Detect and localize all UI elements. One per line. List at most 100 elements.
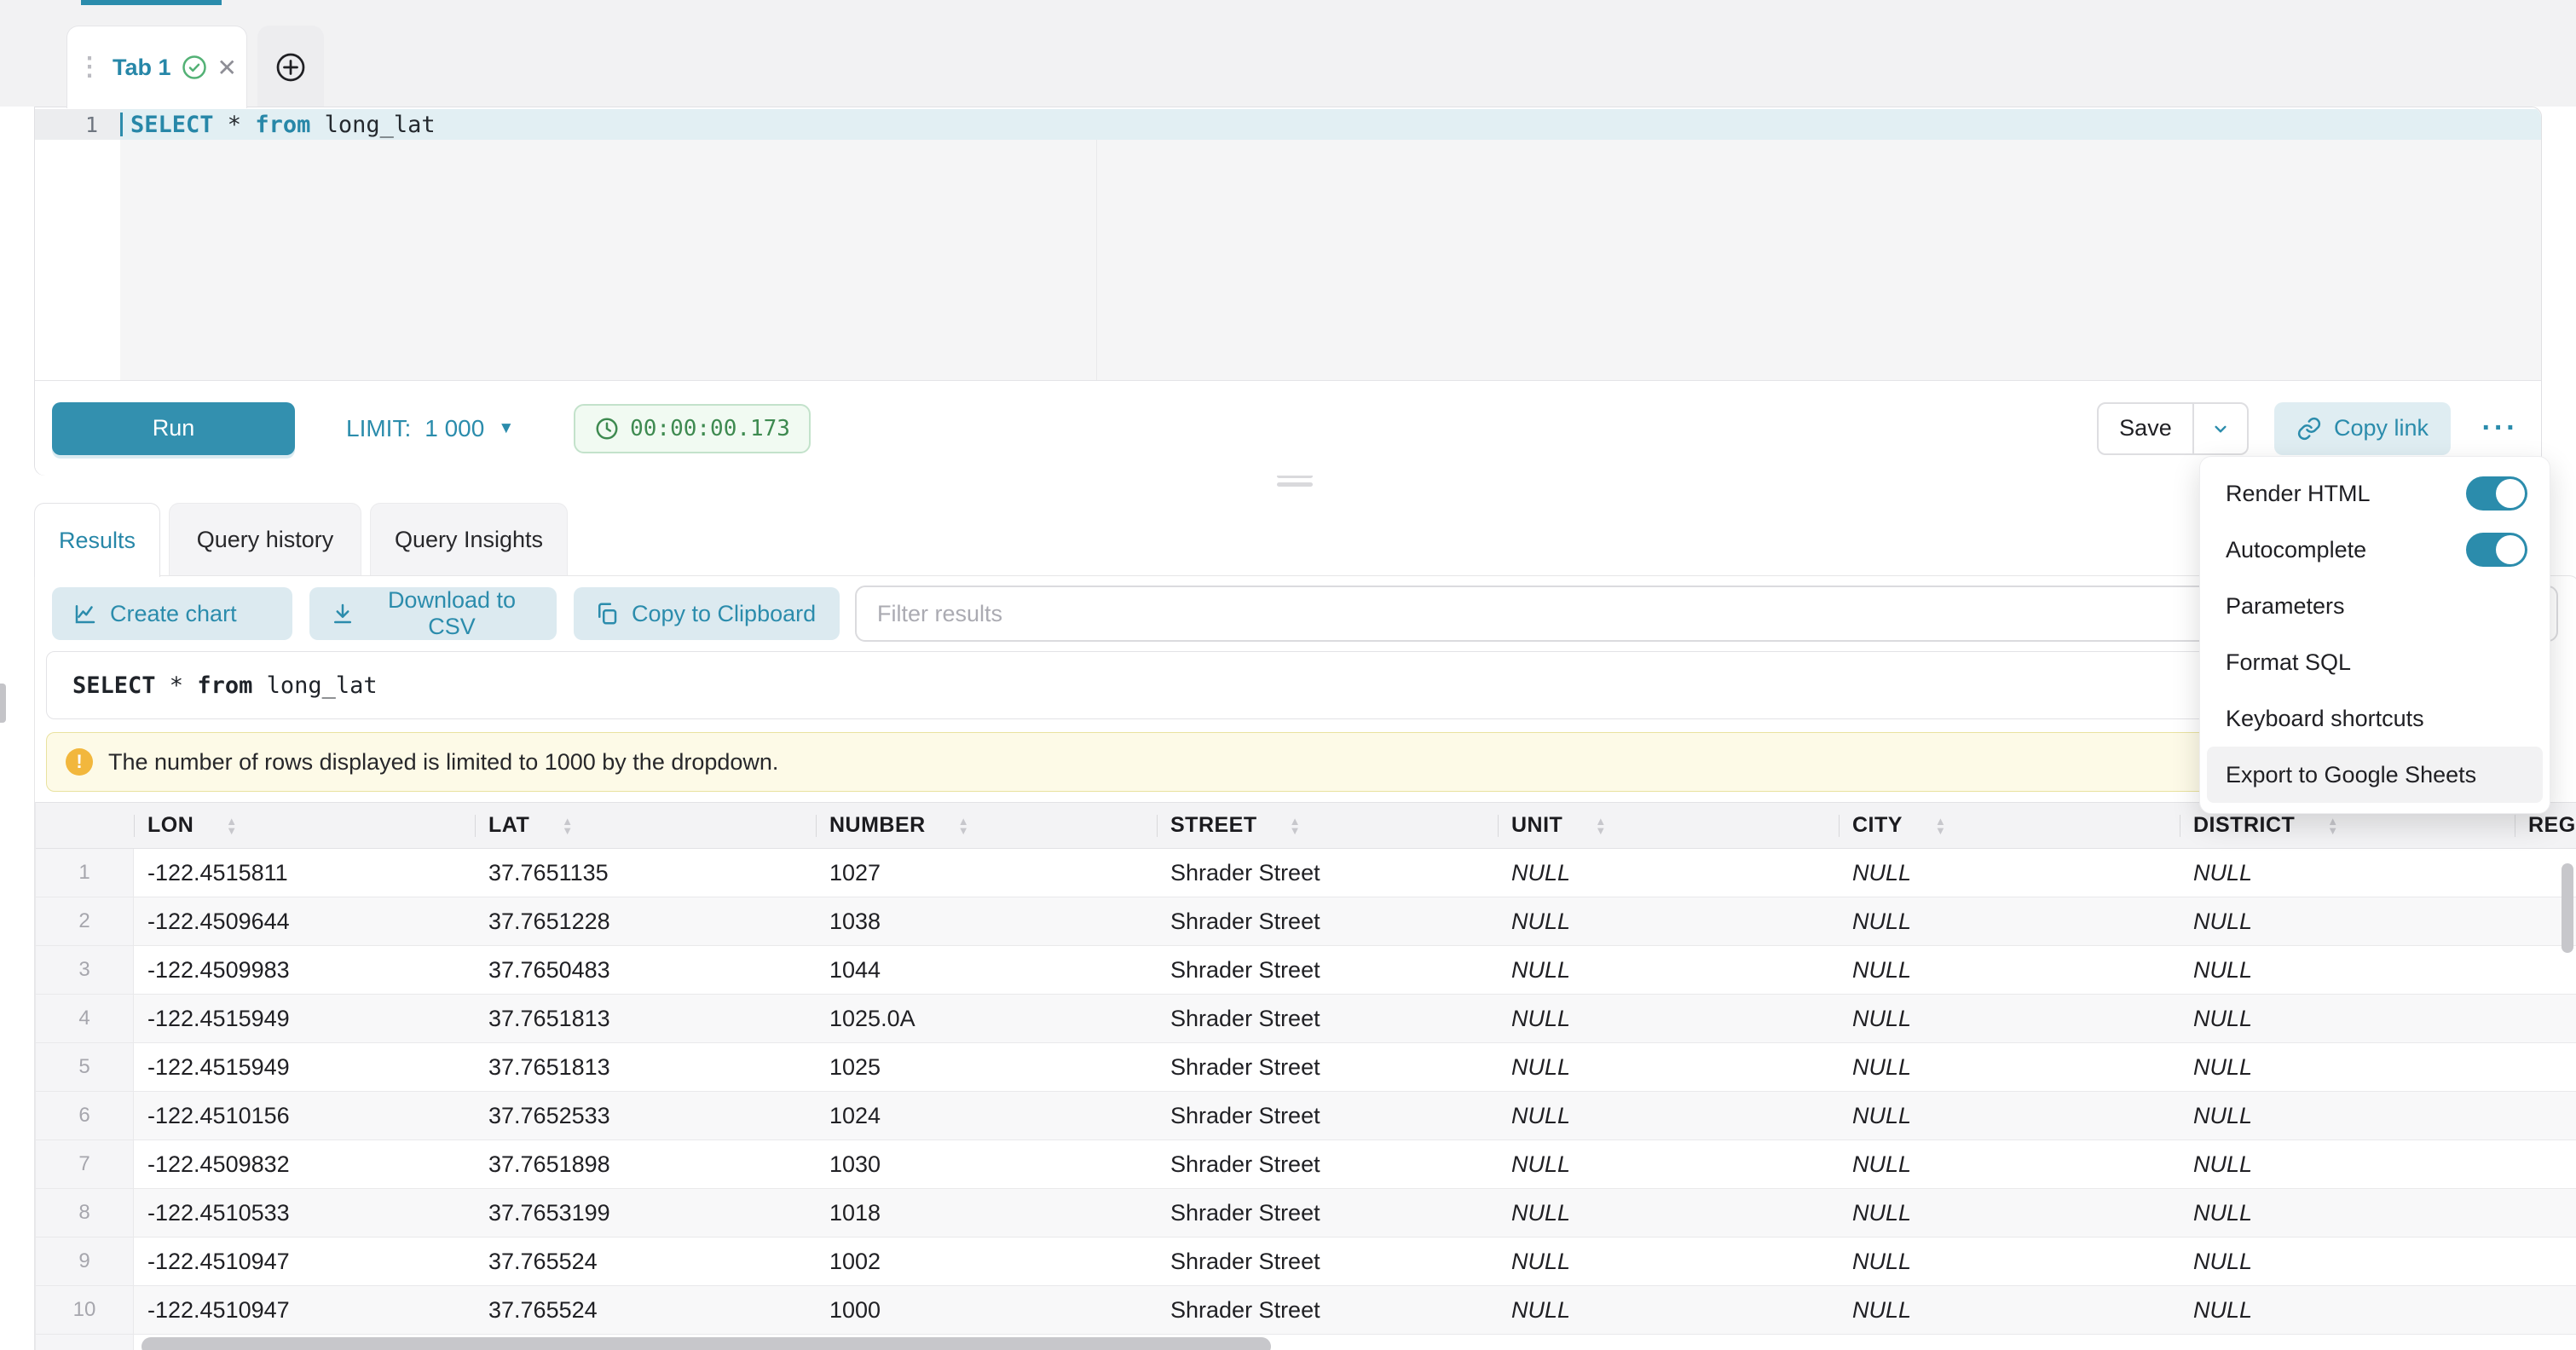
column-header-city[interactable]: CITY▲▼: [1839, 803, 2180, 848]
table-cell[interactable]: 1025.0A: [816, 995, 1157, 1042]
table-cell[interactable]: 37.7653199: [475, 1189, 816, 1237]
table-cell[interactable]: [2515, 1140, 2576, 1188]
table-cell[interactable]: NULL: [1839, 946, 2180, 994]
table-cell[interactable]: NULL: [1839, 1335, 2180, 1350]
table-cell[interactable]: NULL: [1498, 1092, 1839, 1139]
panel-resize-handle[interactable]: [1277, 474, 1313, 491]
table-cell[interactable]: NULL: [1839, 1140, 2180, 1188]
table-cell[interactable]: NULL: [2180, 1286, 2515, 1334]
table-cell[interactable]: -122.4509644: [134, 897, 475, 945]
close-tab-icon[interactable]: ✕: [217, 54, 237, 82]
menu-item-export-google-sheets[interactable]: Export to Google Sheets: [2207, 747, 2543, 803]
table-cell[interactable]: NULL: [1498, 995, 1839, 1042]
more-options-button[interactable]: ···: [2476, 412, 2524, 445]
table-cell[interactable]: Shrader Street: [1157, 1092, 1498, 1139]
table-cell[interactable]: Shrader Street: [1157, 1140, 1498, 1188]
table-cell[interactable]: NULL: [1839, 897, 2180, 945]
row-number[interactable]: 6: [36, 1092, 134, 1139]
row-number[interactable]: 2: [36, 897, 134, 945]
table-cell[interactable]: 37.7650483: [475, 946, 816, 994]
column-header-street[interactable]: STREET▲▼: [1157, 803, 1498, 848]
copy-to-clipboard-button[interactable]: Copy to Clipboard: [574, 587, 840, 640]
table-cell[interactable]: NULL: [2180, 946, 2515, 994]
column-header-lat[interactable]: LAT▲▼: [475, 803, 816, 848]
row-number[interactable]: 11: [36, 1335, 134, 1350]
table-cell[interactable]: NULL: [1498, 1043, 1839, 1091]
code-editor[interactable]: 1 SELECT * from long_lat: [35, 107, 2541, 380]
save-options-button[interactable]: [2194, 404, 2247, 453]
table-cell[interactable]: 1024: [816, 1092, 1157, 1139]
table-cell[interactable]: NULL: [2180, 995, 2515, 1042]
tab-1[interactable]: ⋮ Tab 1 ✕: [66, 26, 247, 108]
run-button[interactable]: Run: [52, 402, 295, 455]
table-cell[interactable]: NULL: [1839, 995, 2180, 1042]
table-cell[interactable]: Shrader Street: [1157, 849, 1498, 897]
row-number[interactable]: 5: [36, 1043, 134, 1091]
table-cell[interactable]: NULL: [1839, 1238, 2180, 1285]
menu-item-autocomplete[interactable]: Autocomplete: [2200, 522, 2550, 578]
table-cell[interactable]: NULL: [1839, 1286, 2180, 1334]
row-number[interactable]: 10: [36, 1286, 134, 1334]
sql-line[interactable]: SELECT * from long_lat: [120, 109, 2541, 140]
table-cell[interactable]: 1030: [816, 1140, 1157, 1188]
table-cell[interactable]: -122.4509983: [134, 946, 475, 994]
table-cell[interactable]: NULL: [2180, 1092, 2515, 1139]
table-cell[interactable]: -122.4515949: [134, 1043, 475, 1091]
table-cell[interactable]: NULL: [2180, 1043, 2515, 1091]
table-cell[interactable]: 37.765524: [475, 1286, 816, 1334]
column-header-number[interactable]: NUMBER▲▼: [816, 803, 1157, 848]
table-cell[interactable]: Shrader Street: [1157, 1189, 1498, 1237]
table-cell[interactable]: 1038: [816, 897, 1157, 945]
horizontal-scrollbar[interactable]: [142, 1337, 1271, 1350]
page-scrollbar[interactable]: [0, 684, 6, 723]
new-tab-button[interactable]: [257, 26, 324, 108]
row-number[interactable]: 9: [36, 1238, 134, 1285]
column-header-lon[interactable]: LON▲▼: [134, 803, 475, 848]
table-cell[interactable]: [2515, 1238, 2576, 1285]
table-cell[interactable]: [2515, 1335, 2576, 1350]
row-number[interactable]: 7: [36, 1140, 134, 1188]
table-cell[interactable]: 1002: [816, 1238, 1157, 1285]
table-cell[interactable]: NULL: [1839, 1189, 2180, 1237]
drag-handle-icon[interactable]: ⋮: [77, 55, 102, 80]
table-cell[interactable]: NULL: [1498, 1238, 1839, 1285]
row-number[interactable]: 1: [36, 849, 134, 897]
menu-item-format-sql[interactable]: Format SQL: [2200, 634, 2550, 690]
render-html-toggle[interactable]: [2466, 476, 2527, 511]
tab-query-history[interactable]: Query history: [169, 503, 361, 576]
vertical-scrollbar[interactable]: [2562, 863, 2573, 953]
table-cell[interactable]: Shrader Street: [1157, 897, 1498, 945]
row-number[interactable]: 8: [36, 1189, 134, 1237]
table-cell[interactable]: -122.4515811: [134, 849, 475, 897]
table-cell[interactable]: 37.7651228: [475, 897, 816, 945]
table-cell[interactable]: [2515, 946, 2576, 994]
table-cell[interactable]: 1000: [816, 1286, 1157, 1334]
download-csv-button[interactable]: Download to CSV: [309, 587, 557, 640]
autocomplete-toggle[interactable]: [2466, 533, 2527, 567]
table-cell[interactable]: -122.4510947: [134, 1238, 475, 1285]
table-cell[interactable]: -122.4510533: [134, 1189, 475, 1237]
table-cell[interactable]: 1018: [816, 1189, 1157, 1237]
table-cell[interactable]: 37.7651135: [475, 849, 816, 897]
row-number[interactable]: 4: [36, 995, 134, 1042]
table-cell[interactable]: NULL: [2180, 1189, 2515, 1237]
table-cell[interactable]: NULL: [1498, 946, 1839, 994]
table-cell[interactable]: [2515, 1092, 2576, 1139]
table-cell[interactable]: 1025: [816, 1043, 1157, 1091]
table-cell[interactable]: 37.765524: [475, 1238, 816, 1285]
table-cell[interactable]: 1027: [816, 849, 1157, 897]
table-cell[interactable]: NULL: [1498, 897, 1839, 945]
table-cell[interactable]: NULL: [2180, 897, 2515, 945]
table-cell[interactable]: 37.7652533: [475, 1092, 816, 1139]
table-cell[interactable]: NULL: [1839, 849, 2180, 897]
table-cell[interactable]: [2515, 1286, 2576, 1334]
menu-item-render-html[interactable]: Render HTML: [2200, 465, 2550, 522]
copy-link-button[interactable]: Copy link: [2274, 402, 2451, 455]
table-cell[interactable]: NULL: [1498, 1286, 1839, 1334]
table-cell[interactable]: [2515, 995, 2576, 1042]
table-cell[interactable]: 37.7651813: [475, 1043, 816, 1091]
menu-item-parameters[interactable]: Parameters: [2200, 578, 2550, 634]
table-cell[interactable]: NULL: [1498, 1189, 1839, 1237]
create-chart-button[interactable]: Create chart: [52, 587, 292, 640]
table-cell[interactable]: Shrader Street: [1157, 995, 1498, 1042]
